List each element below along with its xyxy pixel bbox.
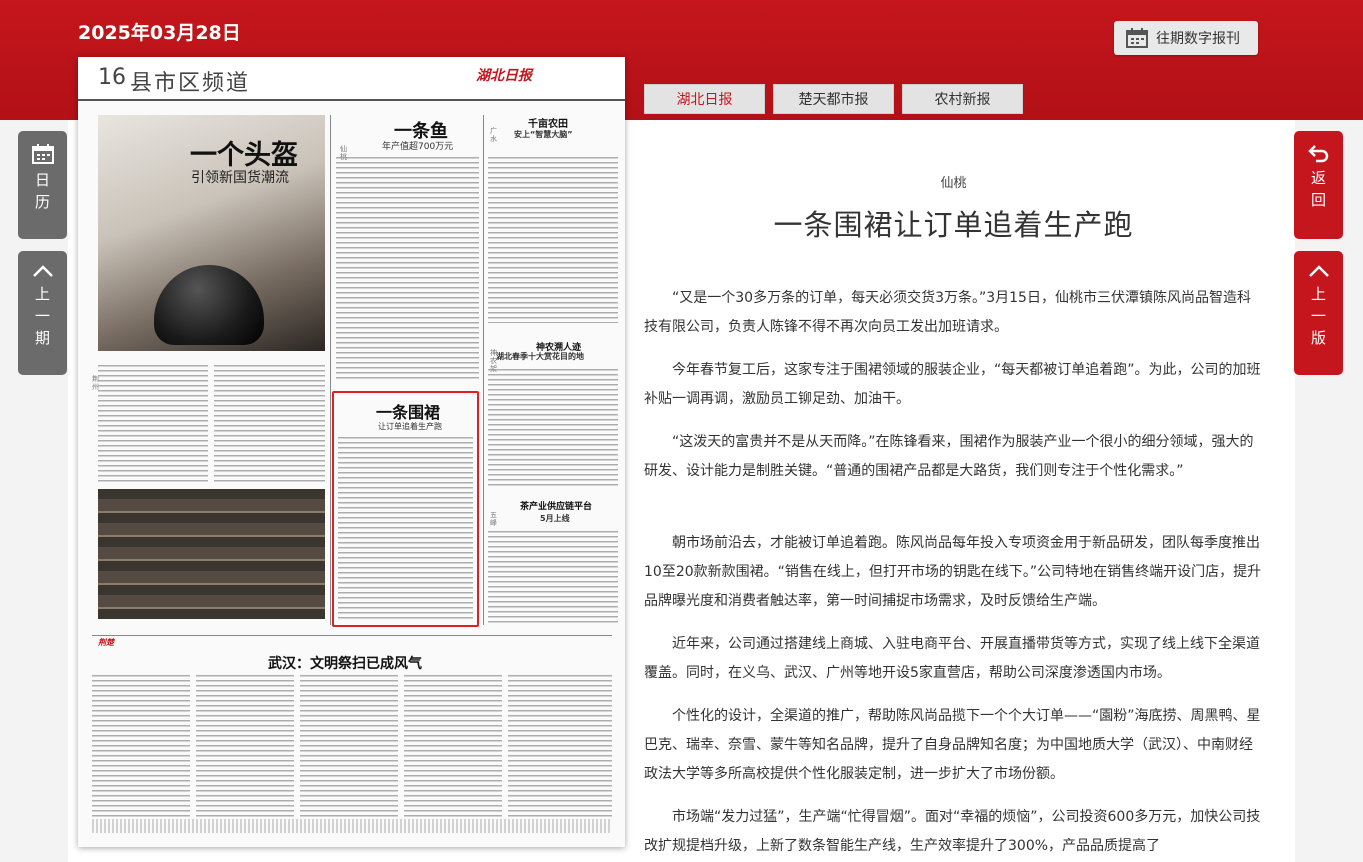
helmet-photo: 一个头盔 引领新国货潮流 [98, 115, 325, 351]
walnut-subhead: 湖北春季十大赏花目的地 [496, 352, 584, 361]
chevron-up-icon [1308, 265, 1329, 277]
apron-article-text [338, 437, 473, 621]
past-issues-label: 往期数字报刊 [1156, 31, 1240, 47]
article-paragraph: 个性化的设计，全渠道的推广，帮助陈风尚品揽下一个个大订单——“園粉”海底捞、周黑… [644, 708, 1261, 782]
article-paragraph: “又是一个30多万条的订单，每天必须交货3万条。”3月15日，仙桃市三伏潭镇陈风… [644, 290, 1251, 335]
wuhan-text-col-5 [508, 675, 612, 817]
apron-subhead: 让订单追着生产跑 [378, 422, 442, 431]
prev-page-label: 上一版 [1310, 285, 1326, 347]
apron-headline: 一条围裙 [376, 403, 441, 422]
article-paragraph: 市场端“发力过猛”，生产端“忙得冒烟”。面对“幸福的烦恼”，公司投资600多万元… [644, 809, 1261, 854]
issue-date: 2025年03月28日 [78, 22, 241, 44]
wuhan-text-col-2 [196, 675, 294, 817]
wuhan-text-col-1 [92, 675, 190, 817]
supply-article-text [488, 531, 618, 623]
section-tag: 荆楚 [98, 638, 114, 647]
helmet-article-text [98, 365, 208, 485]
supply-headline: 茶产业供应链平台 [520, 502, 593, 512]
calendar-icon [31, 144, 54, 164]
page-footer [92, 819, 612, 833]
page-number: 16 [98, 65, 126, 90]
article-author: 仙桃 [940, 176, 967, 191]
farm-article-text [488, 157, 618, 323]
column-divider [330, 115, 331, 625]
wuhan-headline: 武汉：文明祭扫已成风气 [268, 656, 422, 672]
prev-issue-label: 上一期 [34, 285, 50, 347]
article-title: 一条围裙让订单追着生产跑 [773, 208, 1134, 242]
tab-hubei-daily[interactable]: 湖北日报 [644, 84, 765, 114]
newspaper-tabs: 湖北日报 楚天都市报 农村新报 [644, 84, 1023, 114]
fish-article-text [336, 157, 479, 382]
column-divider-2 [483, 115, 484, 625]
calendar-button[interactable]: 日历 [18, 131, 67, 239]
calendar-label: 日历 [34, 171, 50, 211]
back-button[interactable]: 返回 [1294, 131, 1343, 239]
farm-subhead: 安上“智慧大脑” [514, 130, 573, 139]
return-icon [1307, 145, 1328, 163]
selected-article-box[interactable]: 一条围裙 让订单追着生产跑 [332, 391, 479, 627]
newspaper-page-image[interactable]: 16 县市区频道 湖北日报 一个头盔 引领新国货潮流 荆州 一条鱼 年产值超70… [78, 57, 625, 847]
prev-issue-button[interactable]: 上一期 [18, 251, 67, 375]
column-label-wufeng: 五峰 [490, 511, 497, 527]
walnut-article-text [488, 369, 618, 489]
tab-rural-news[interactable]: 农村新报 [902, 84, 1023, 114]
back-label: 返回 [1310, 169, 1326, 209]
page-header: 16 县市区频道 湖北日报 [78, 57, 625, 101]
past-issues-button[interactable]: 往期数字报刊 [1114, 21, 1258, 55]
tab-chutian-metro[interactable]: 楚天都市报 [773, 84, 894, 114]
column-label-guangshui: 广水 [490, 127, 497, 143]
helmet-subhead: 引领新国货潮流 [191, 170, 289, 186]
page-name: 县市区频道 [130, 71, 251, 96]
helmet-image [154, 265, 264, 345]
wuhan-text-col-4 [404, 675, 502, 817]
article-paragraph: 今年春节复工后，这家专注于围裙领域的服装企业，“每天都被订单追着跑”。为此，公司… [644, 362, 1261, 407]
fish-subhead: 年产值超700万元 [382, 142, 454, 152]
prev-page-button[interactable]: 上一版 [1294, 251, 1343, 375]
helmet-article-text-2 [214, 365, 325, 485]
calendar-icon [1126, 28, 1148, 48]
farm-headline: 千亩农田 [528, 119, 568, 130]
article-paragraph: 近年来，公司通过搭建线上商城、入驻电商平台、开展直播带货等方式，实现了线上线下全… [644, 636, 1260, 681]
article-paragraph: 朝市场前沿去，才能被订单追着跑。陈风尚品每年投入专项资金用于新品研发，团队每季度… [644, 535, 1262, 609]
section-divider [92, 635, 612, 636]
supply-subhead: 5月上线 [540, 514, 570, 523]
chevron-up-icon [32, 265, 53, 277]
article-paragraph: “这泼天的富贵并不是从天而降。”在陈锋看来，围裙作为服装产业一个很小的细分领域，… [644, 434, 1254, 479]
helmet-shelf-photo [98, 489, 325, 619]
article: 仙桃 一条围裙让订单追着生产跑 “又是一个30多万条的订单，每天必须交货3万条。… [644, 172, 1263, 854]
wuhan-text-col-3 [300, 675, 398, 817]
newspaper-masthead: 湖北日报 [476, 68, 532, 84]
